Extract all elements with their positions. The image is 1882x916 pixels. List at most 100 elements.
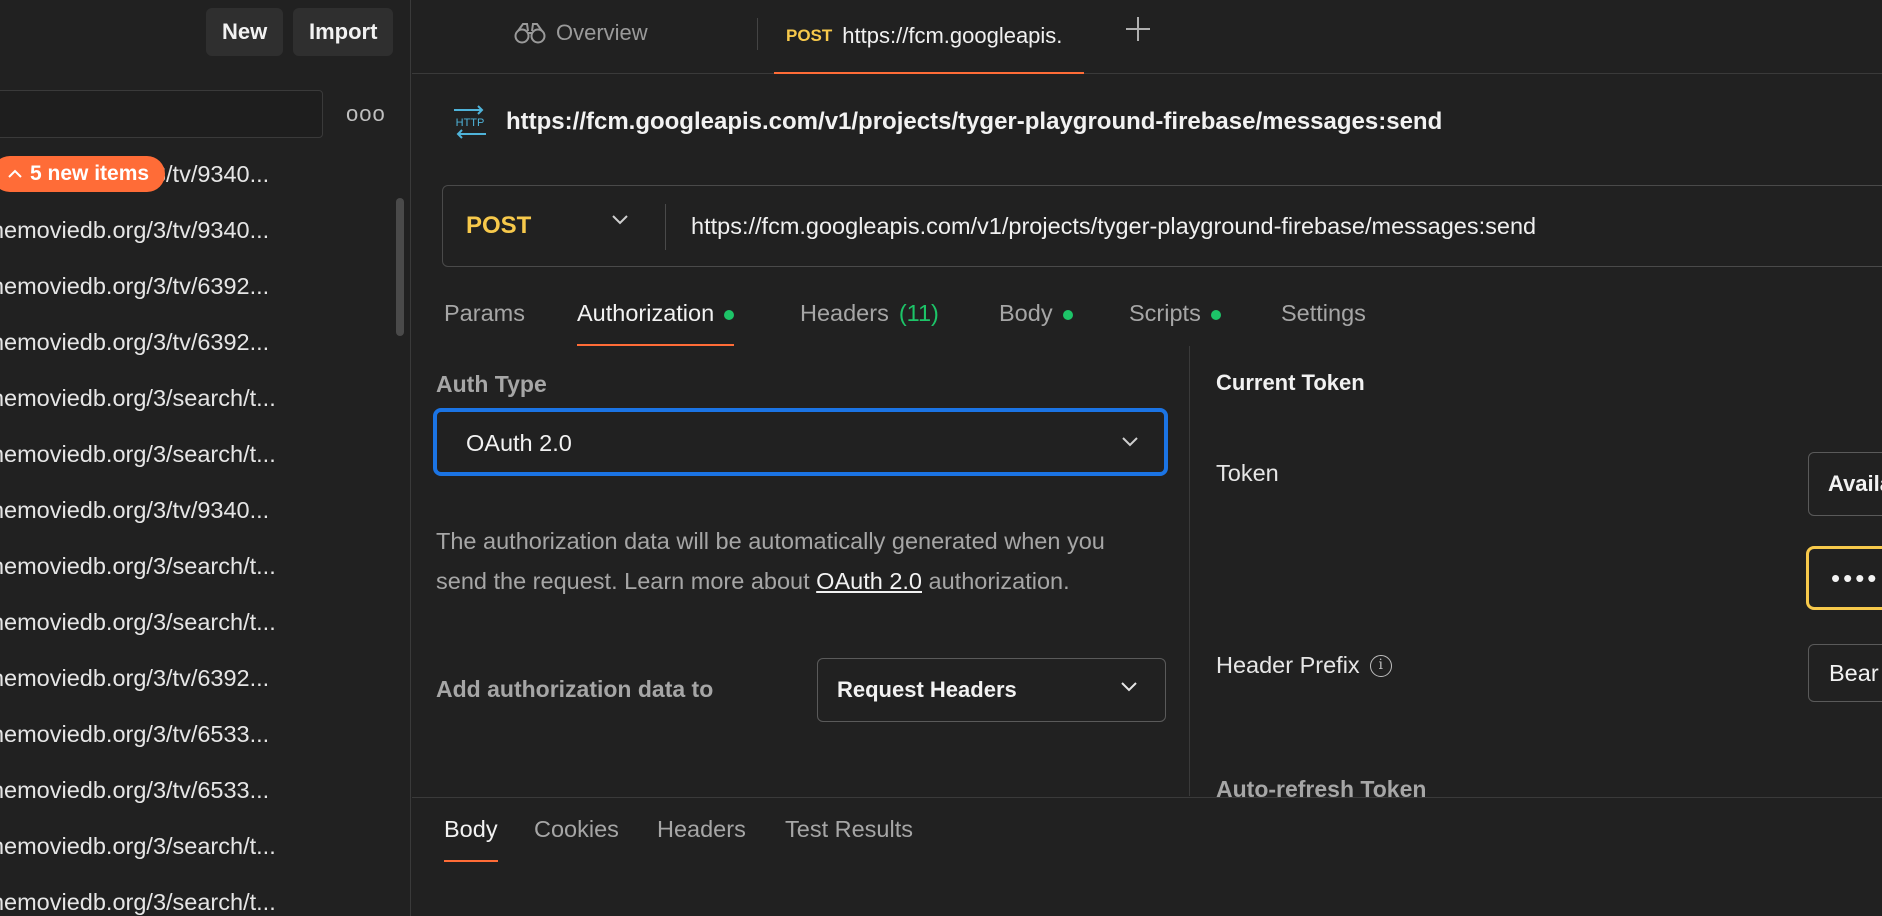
tab-settings[interactable]: Settings: [1281, 292, 1366, 346]
response-tab-cookies[interactable]: Cookies: [534, 816, 619, 862]
list-item-label: https://api.themoviedb.org/3/search/t...: [0, 833, 276, 859]
tab-params[interactable]: Params: [444, 292, 525, 346]
binoculars-icon: [514, 23, 546, 44]
tab-bar: Overview POST https://fcm.googleapis.: [412, 0, 1882, 74]
more-options-icon[interactable]: ooo: [346, 101, 385, 127]
chevron-up-icon: [8, 169, 22, 178]
list-item-label: https://api.themoviedb.org/3/tv/9340...: [0, 217, 270, 243]
list-item-label: https://api.themoviedb.org/3/tv/6392...: [0, 329, 270, 355]
auth-type-value: OAuth 2.0: [466, 430, 572, 456]
list-item[interactable]: https://api.themoviedb.org/3/search/t...: [0, 818, 370, 874]
list-item-label: https://api.themoviedb.org/3/search/t...: [0, 889, 276, 915]
auth-type-select[interactable]: OAuth 2.0: [433, 408, 1168, 476]
sidebar: New Import ooo https://api.themoviedb.or…: [0, 0, 411, 916]
header-prefix-value: Bear: [1829, 660, 1879, 686]
token-select[interactable]: Availa: [1808, 452, 1882, 516]
tab-request-label: https://fcm.googleapis.: [842, 23, 1063, 48]
method-value: POST: [466, 212, 532, 239]
pane-divider: [1189, 346, 1190, 796]
new-items-badge[interactable]: 5 new items: [0, 156, 166, 192]
list-item-label: https://api.themoviedb.org/3/tv/6533...: [0, 777, 270, 803]
list-item[interactable]: https://api.themoviedb.org/3/tv/9340...: [0, 482, 370, 538]
tab-authorization[interactable]: Authorization: [577, 292, 735, 346]
status-dot: [724, 310, 735, 320]
add-tab-icon[interactable]: [1124, 14, 1152, 50]
list-item-label: https://api.themoviedb.org/3/tv/6533...: [0, 721, 270, 747]
tab-overview[interactable]: Overview: [514, 18, 648, 48]
headers-count: (11): [898, 300, 939, 326]
response-tab-test-results[interactable]: Test Results: [785, 816, 913, 862]
add-auth-data-select[interactable]: Request Headers: [817, 658, 1166, 722]
tab-method-badge: POST: [786, 26, 833, 45]
url-input[interactable]: [691, 186, 1882, 266]
list-item[interactable]: https://api.themoviedb.org/3/tv/6533...: [0, 762, 370, 818]
tab-divider: [757, 18, 758, 50]
response-tab-headers[interactable]: Headers: [657, 816, 746, 862]
list-item[interactable]: https://api.themoviedb.org/3/search/t...: [0, 538, 370, 594]
info-icon[interactable]: i: [1369, 654, 1392, 677]
tab-body[interactable]: Body: [999, 292, 1073, 346]
app-window: New Import ooo https://api.themoviedb.or…: [0, 0, 1882, 916]
oauth-docs-link[interactable]: OAuth 2.0: [816, 568, 922, 594]
tab-settings-label: Settings: [1281, 300, 1366, 326]
new-button[interactable]: New: [206, 8, 284, 56]
list-item-label: https://api.themoviedb.org/3/search/t...: [0, 385, 276, 411]
header-prefix-input[interactable]: Bear: [1808, 644, 1882, 702]
tab-body-label: Body: [999, 300, 1053, 326]
import-button[interactable]: Import: [293, 8, 394, 56]
history-list: https://api.themoviedb.org/3/tv/9340... …: [0, 146, 395, 916]
sidebar-search-input[interactable]: [0, 90, 323, 138]
current-token-heading: Current Token: [1216, 370, 1365, 395]
tab-scripts[interactable]: Scripts: [1129, 292, 1221, 346]
request-title[interactable]: https://fcm.googleapis.com/v1/projects/t…: [506, 108, 1442, 136]
token-input[interactable]: ••••: [1806, 546, 1882, 610]
http-icon: HTTP: [454, 105, 486, 139]
list-item[interactable]: https://api.themoviedb.org/3/tv/6392...: [0, 650, 370, 706]
header-prefix-label: Header Prefix: [1216, 652, 1360, 678]
list-item[interactable]: https://api.themoviedb.org/3/search/t...: [0, 874, 370, 916]
add-auth-data-value: Request Headers: [837, 677, 1017, 702]
list-item[interactable]: https://api.themoviedb.org/3/search/t...: [0, 426, 370, 482]
token-select-value: Availa: [1828, 471, 1882, 496]
chevron-down-icon: [1122, 437, 1138, 447]
token-label: Token: [1216, 460, 1279, 486]
list-item-label: https://api.themoviedb.org/3/search/t...: [0, 441, 276, 467]
tab-scripts-label: Scripts: [1129, 300, 1201, 326]
chevron-down-icon: [612, 215, 628, 225]
list-item[interactable]: https://api.themoviedb.org/3/search/t...: [0, 594, 370, 650]
list-item-label: https://api.themoviedb.org/3/tv/6392...: [0, 665, 270, 691]
method-divider: [665, 204, 666, 250]
list-item[interactable]: https://api.themoviedb.org/3/search/t...: [0, 370, 370, 426]
list-item-label: https://api.themoviedb.org/3/tv/9340...: [0, 497, 270, 523]
list-item-label: https://api.themoviedb.org/3/tv/6392...: [0, 273, 270, 299]
response-panel: Body Cookies Headers Test Results: [412, 797, 1882, 916]
list-item[interactable]: https://api.themoviedb.org/3/tv/9340...: [0, 202, 370, 258]
header-prefix-row: Header Prefix i: [1216, 652, 1392, 679]
list-item-label: https://api.themoviedb.org/3/search/t...: [0, 609, 276, 635]
tab-overview-label: Overview: [556, 20, 648, 45]
response-tab-body[interactable]: Body: [444, 816, 498, 862]
tab-headers-label: Headers: [800, 300, 889, 326]
status-dot: [1062, 310, 1073, 320]
request-title-row: HTTP https://fcm.googleapis.com/v1/proje…: [452, 104, 1442, 140]
auth-type-label: Auth Type: [436, 371, 547, 397]
svg-text:HTTP: HTTP: [456, 117, 485, 129]
tab-headers[interactable]: Headers (11): [800, 292, 939, 346]
auth-description: The authorization data will be automatic…: [436, 521, 1136, 601]
token-input-value: ••••: [1831, 563, 1880, 593]
list-item[interactable]: https://api.themoviedb.org/3/tv/6392...: [0, 258, 370, 314]
list-item[interactable]: https://api.themoviedb.org/3/tv/6533...: [0, 706, 370, 762]
new-items-label: 5 new items: [30, 162, 150, 185]
list-item[interactable]: https://api.themoviedb.org/3/tv/6392...: [0, 314, 370, 370]
url-bar: POST: [442, 185, 1882, 267]
status-dot: [1210, 310, 1221, 320]
tab-request[interactable]: POST https://fcm.googleapis.: [774, 0, 1084, 74]
sidebar-scrollbar[interactable]: [396, 198, 404, 336]
add-auth-data-label: Add authorization data to: [436, 676, 714, 702]
chevron-down-icon: [1121, 682, 1137, 692]
auth-description-tail: authorization.: [922, 568, 1070, 594]
method-select[interactable]: POST: [443, 186, 665, 266]
sidebar-header: New Import: [0, 0, 410, 64]
tab-authorization-label: Authorization: [577, 300, 715, 326]
list-item-label: https://api.themoviedb.org/3/search/t...: [0, 553, 276, 579]
